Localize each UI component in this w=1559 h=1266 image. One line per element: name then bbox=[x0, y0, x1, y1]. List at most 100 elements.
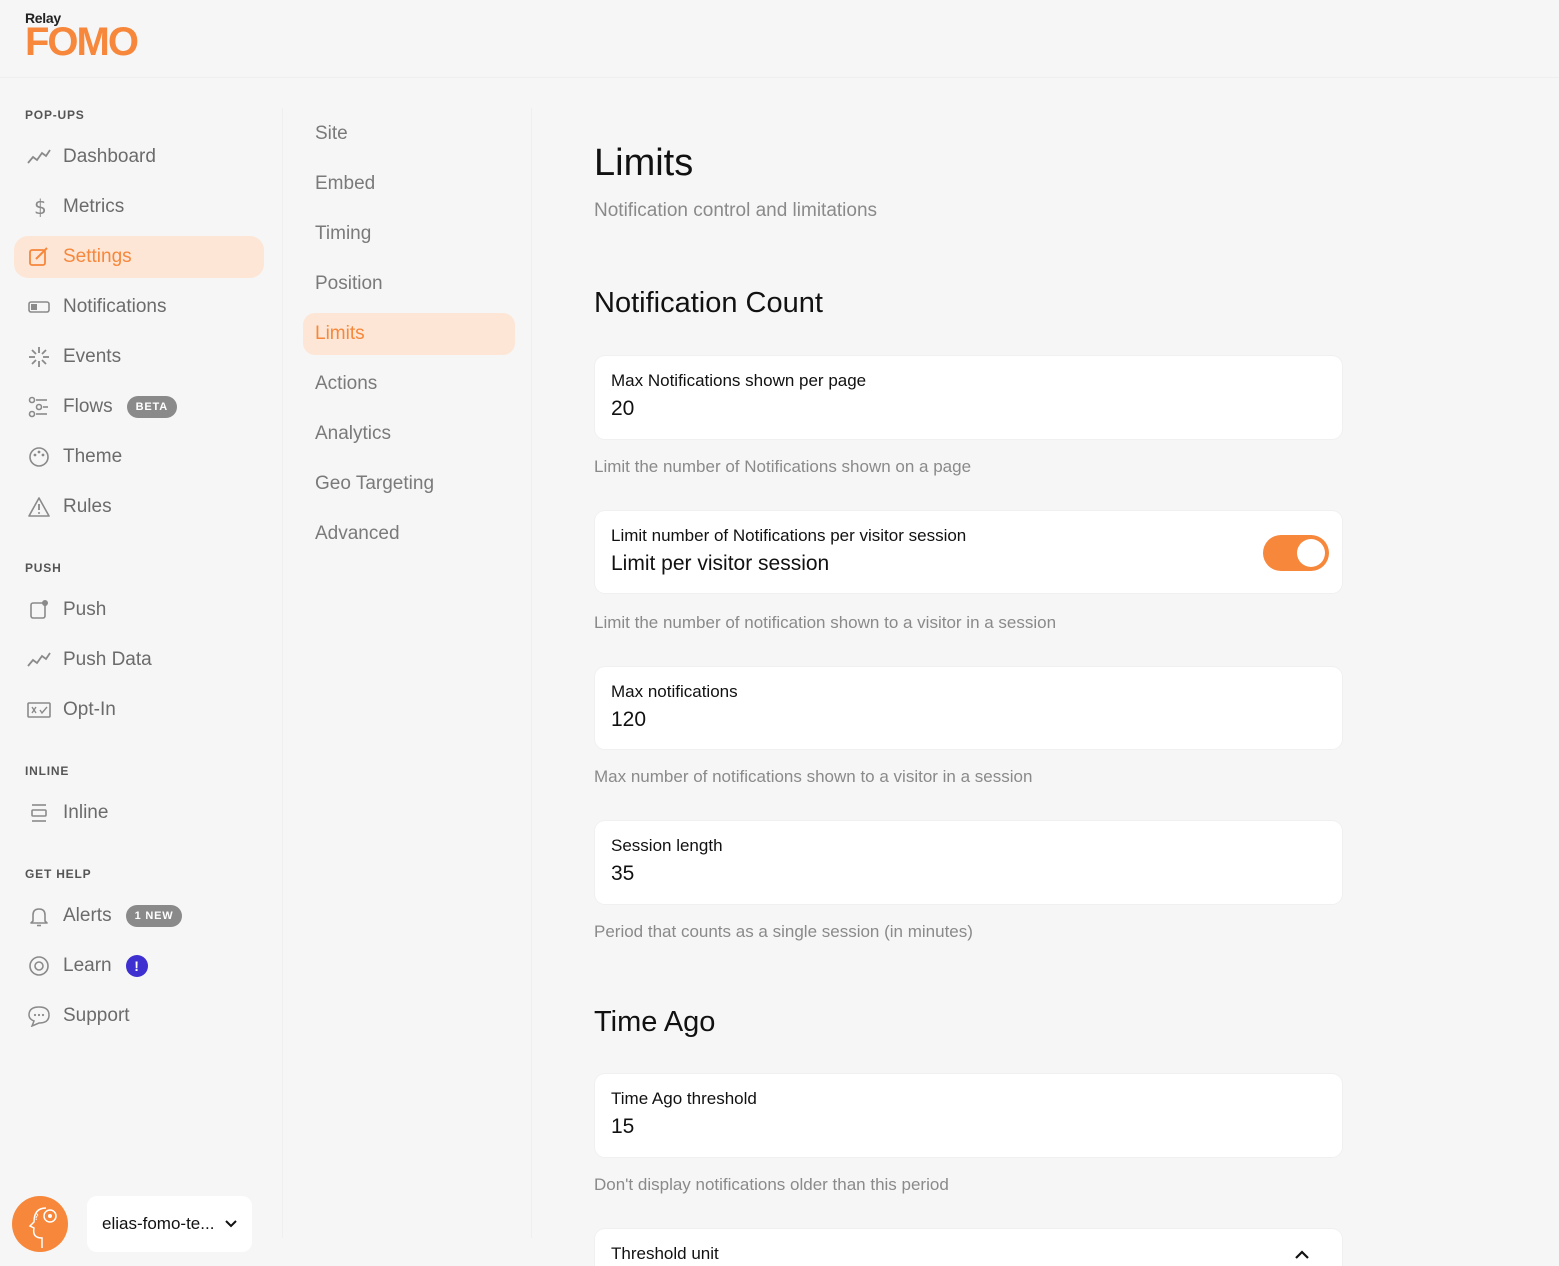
fomo-wordmark: FOMO bbox=[25, 20, 139, 64]
sidebar-item-label: Push Data bbox=[63, 649, 152, 670]
section-label-help: GET HELP bbox=[25, 867, 92, 881]
edit-icon bbox=[25, 246, 53, 268]
trend-line-icon bbox=[25, 649, 53, 671]
chevron-up-icon bbox=[1294, 1247, 1310, 1265]
session-length-field[interactable]: Session length 35 bbox=[595, 821, 1342, 904]
sidebar-item-label: Inline bbox=[63, 802, 109, 823]
sidebar-item-label: Dashboard bbox=[63, 146, 156, 167]
sidebar-item-inline[interactable]: Inline bbox=[14, 792, 264, 834]
sidebar-item-label: Metrics bbox=[63, 196, 125, 217]
limit-session-toggle[interactable] bbox=[1263, 535, 1329, 571]
bell-icon bbox=[25, 905, 53, 927]
sidebar-item-label: Theme bbox=[63, 446, 123, 467]
beta-badge: BETA bbox=[126, 396, 177, 418]
sidebar-item-label: Notifications bbox=[63, 296, 167, 317]
toggle-icon bbox=[25, 296, 53, 318]
sidebar-item-push[interactable]: Push bbox=[14, 589, 264, 631]
max-per-page-field[interactable]: Max Notifications shown per page 20 bbox=[595, 356, 1342, 439]
sidebar-item-support[interactable]: Support bbox=[14, 995, 264, 1037]
max-notifications-field[interactable]: Max notifications 120 bbox=[595, 667, 1342, 749]
learn-badge: ! bbox=[125, 955, 148, 977]
sidebar-item-label: Events bbox=[63, 346, 122, 367]
subnav-item-limits[interactable]: Limits bbox=[303, 313, 515, 355]
account-name: elias-fomo-te... bbox=[102, 1214, 215, 1233]
lifebuoy-icon bbox=[25, 955, 53, 977]
sidebar-item-flows[interactable]: Flows BETA bbox=[14, 386, 264, 428]
section-label-push: PUSH bbox=[25, 561, 62, 575]
sidebar-item-label: Opt-In bbox=[63, 699, 116, 720]
field-helper: Period that counts as a single session (… bbox=[594, 922, 973, 941]
flow-icon bbox=[25, 396, 53, 418]
sidebar-item-label: Settings bbox=[63, 246, 132, 267]
time-ago-threshold-field[interactable]: Time Ago threshold 15 bbox=[595, 1074, 1342, 1157]
subnav-item-actions[interactable]: Actions bbox=[303, 363, 515, 405]
inline-icon bbox=[25, 802, 53, 824]
section-title-notification-count: Notification Count bbox=[594, 287, 823, 319]
page-subtitle: Notification control and limitations bbox=[594, 200, 878, 221]
settings-subnav: Site Embed Timing Position Limits Action… bbox=[282, 108, 532, 1238]
sidebar-item-rules[interactable]: Rules bbox=[14, 486, 264, 528]
sidebar-item-label: Flows bbox=[63, 396, 113, 417]
trend-line-icon bbox=[25, 146, 53, 168]
subnav-item-position[interactable]: Position bbox=[303, 263, 515, 305]
palette-icon bbox=[25, 446, 53, 468]
sidebar-item-label: Rules bbox=[63, 496, 112, 517]
main-sidebar: POP-UPS Dashboard $ Metrics Settings Not… bbox=[0, 78, 282, 1266]
subnav-item-embed[interactable]: Embed bbox=[303, 163, 515, 205]
sidebar-item-label: Push bbox=[63, 599, 107, 620]
svg-text:$: $ bbox=[34, 196, 47, 218]
dollar-icon: $ bbox=[25, 196, 53, 218]
field-label: Max Notifications shown per page bbox=[611, 371, 867, 390]
chevron-down-icon bbox=[224, 1214, 238, 1234]
sidebar-item-opt-in[interactable]: Opt-In bbox=[14, 689, 264, 731]
limit-session-field: Limit number of Notifications per visito… bbox=[595, 511, 1342, 593]
svg-text:?: ? bbox=[34, 1213, 39, 1223]
sidebar-item-events[interactable]: Events bbox=[14, 336, 264, 378]
field-label: Max notifications bbox=[611, 682, 738, 701]
top-bar: Relay FOMO bbox=[0, 0, 1559, 78]
subnav-item-timing[interactable]: Timing bbox=[303, 213, 515, 255]
field-value[interactable]: 120 bbox=[611, 708, 1326, 732]
field-value[interactable]: 20 bbox=[611, 397, 1326, 421]
subnav-item-advanced[interactable]: Advanced bbox=[303, 513, 515, 555]
subnav-item-analytics[interactable]: Analytics bbox=[303, 413, 515, 455]
section-label-popups: POP-UPS bbox=[25, 108, 85, 122]
field-helper: Max number of notifications shown to a v… bbox=[594, 767, 1033, 786]
fomo-logo[interactable]: Relay FOMO bbox=[25, 10, 139, 64]
gear-head-icon: ? bbox=[28, 1207, 57, 1248]
sidebar-item-label: Support bbox=[63, 1005, 130, 1026]
sidebar-item-alerts[interactable]: Alerts 1 NEW bbox=[14, 895, 264, 937]
sidebar-item-metrics[interactable]: $ Metrics bbox=[14, 186, 264, 228]
sidebar-item-settings[interactable]: Settings bbox=[14, 236, 264, 278]
sidebar-item-theme[interactable]: Theme bbox=[14, 436, 264, 478]
section-title-time-ago: Time Ago bbox=[594, 1006, 716, 1038]
account-switcher: ? elias-fomo-te... bbox=[12, 1196, 252, 1252]
optin-icon bbox=[25, 699, 53, 721]
new-alerts-badge: 1 NEW bbox=[125, 905, 183, 927]
subnav-item-site[interactable]: Site bbox=[303, 113, 515, 155]
threshold-unit-select[interactable]: Threshold unit bbox=[595, 1229, 1342, 1266]
sidebar-item-label: Alerts bbox=[63, 905, 112, 926]
field-label: Session length bbox=[611, 836, 723, 855]
sidebar-item-push-data[interactable]: Push Data bbox=[14, 639, 264, 681]
section-label-inline: INLINE bbox=[25, 764, 70, 778]
sidebar-item-dashboard[interactable]: Dashboard bbox=[14, 136, 264, 178]
sidebar-item-learn[interactable]: Learn ! bbox=[14, 945, 264, 987]
account-select[interactable]: elias-fomo-te... bbox=[87, 1196, 252, 1252]
field-label: Limit number of Notifications per visito… bbox=[611, 526, 967, 545]
field-value[interactable]: 15 bbox=[611, 1115, 1326, 1139]
toggle-knob bbox=[1297, 539, 1325, 567]
field-helper: Limit the number of notification shown t… bbox=[594, 613, 1057, 632]
avatar[interactable]: ? bbox=[12, 1196, 68, 1252]
subnav-item-geo-targeting[interactable]: Geo Targeting bbox=[303, 463, 515, 505]
field-value: Limit per visitor session bbox=[611, 552, 830, 575]
push-icon bbox=[25, 599, 53, 621]
chat-icon bbox=[25, 1005, 53, 1027]
sidebar-item-notifications[interactable]: Notifications bbox=[14, 286, 264, 328]
page-title: Limits bbox=[594, 142, 694, 184]
field-helper: Don't display notifications older than t… bbox=[594, 1175, 949, 1194]
field-value[interactable]: 35 bbox=[611, 862, 1326, 886]
sidebar-item-label: Learn bbox=[63, 955, 112, 976]
field-helper: Limit the number of Notifications shown … bbox=[594, 457, 972, 476]
field-label: Time Ago threshold bbox=[611, 1089, 757, 1108]
